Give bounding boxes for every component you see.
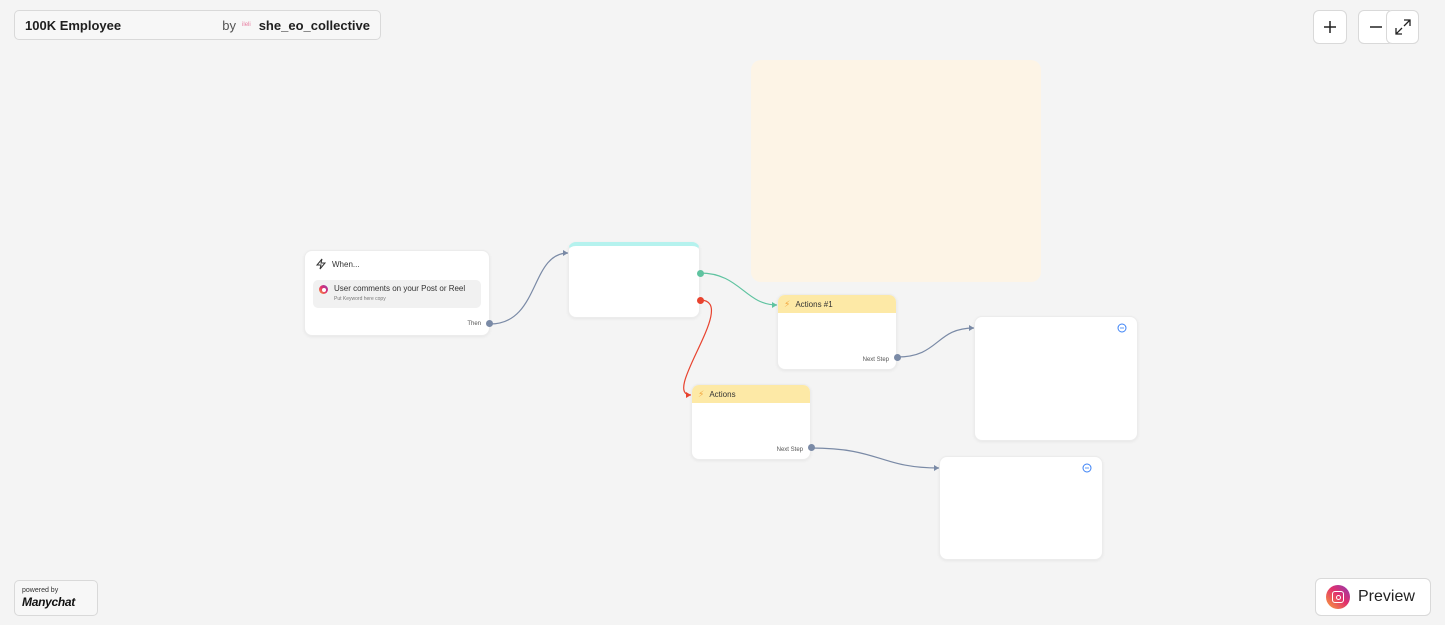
condition-subtitle: Put Keyword here copy [334, 296, 386, 302]
by-label: by [222, 17, 237, 33]
condition-node[interactable] [568, 242, 700, 318]
next-step-label: Next Step [862, 357, 889, 363]
chat-bubble-icon [1117, 323, 1127, 333]
action-node-1[interactable]: ⚡ Actions #1 Next Step [777, 294, 897, 370]
sticky-note[interactable] [751, 60, 1041, 282]
flow-edges [489, 250, 975, 471]
instagram-icon [319, 285, 328, 294]
trigger-condition[interactable]: User comments on your Post or Reel Put K… [313, 280, 481, 308]
instagram-icon [1326, 585, 1350, 609]
lightning-icon: ⚡ [784, 298, 791, 309]
action-title: Actions [709, 389, 736, 399]
edge-trigger-to-condition [489, 252, 569, 325]
message-node-1[interactable] [974, 316, 1138, 441]
when-label: When... [332, 259, 360, 269]
flow-title: 100K Employee [25, 17, 122, 33]
condition-yes-connector[interactable] [697, 270, 704, 277]
action-header: ⚡ Actions #1 [778, 295, 896, 313]
message-node-2[interactable] [939, 456, 1103, 560]
powered-by-label: powered by [22, 587, 59, 594]
fit-view-button[interactable] [1386, 10, 1419, 44]
author-avatar: ileli [242, 22, 251, 28]
trigger-header: When... [315, 258, 360, 270]
flow-title-bar[interactable]: 100K Employee by ileli she_eo_collective [14, 10, 381, 40]
preview-button[interactable]: Preview [1315, 578, 1431, 616]
action-node-2[interactable]: ⚡ Actions Next Step [691, 384, 811, 460]
author-name[interactable]: she_eo_collective [259, 18, 370, 33]
action-title: Actions #1 [795, 299, 833, 309]
powered-by-badge[interactable]: powered by Manychat [14, 580, 98, 616]
next-step-connector[interactable] [808, 444, 815, 451]
chat-bubble-icon [1082, 463, 1092, 473]
edge-action2-to-message [810, 447, 940, 469]
lightning-icon: ⚡ [698, 388, 705, 399]
plus-icon [1324, 21, 1336, 33]
condition-title: User comments on your Post or Reel [334, 284, 466, 293]
next-step-connector[interactable] [894, 354, 901, 361]
zoom-in-button[interactable] [1313, 10, 1347, 44]
edge-action1-to-message [896, 327, 975, 358]
then-connector[interactable] [486, 320, 493, 327]
action-header: ⚡ Actions [692, 385, 810, 403]
lightning-icon [315, 258, 327, 270]
expand-icon [1394, 19, 1411, 35]
preview-label: Preview [1358, 588, 1415, 605]
manychat-logo: Manychat [22, 595, 75, 609]
then-label: Then [467, 321, 481, 327]
condition-no-connector[interactable] [697, 297, 704, 304]
trigger-node[interactable]: When... User comments on your Post or Re… [304, 250, 490, 336]
next-step-label: Next Step [776, 447, 803, 453]
minus-icon [1370, 26, 1382, 28]
